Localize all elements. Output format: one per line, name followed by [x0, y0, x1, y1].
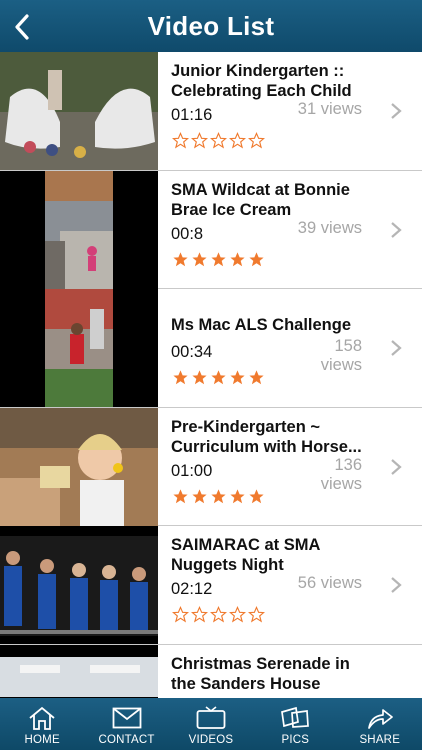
chevron-right-icon: [391, 458, 402, 475]
video-duration: 00:34: [171, 343, 213, 361]
video-duration: 01:16: [171, 106, 213, 124]
tv-icon: [196, 706, 226, 729]
tab-label: HOME: [24, 734, 60, 746]
video-duration: 01:00: [171, 461, 213, 480]
star-filled-icon: [249, 370, 264, 385]
star-outline-icon: [191, 606, 208, 623]
video-title: Junior Kindergarten :: Celebrating Each …: [171, 62, 352, 100]
video-title: Christmas Serenade in the Sanders House: [171, 654, 350, 693]
video-views: 158 views: [320, 337, 362, 374]
tab-label: CONTACT: [98, 734, 155, 746]
video-row-1[interactable]: Junior Kindergarten :: Celebrating Each …: [0, 52, 422, 171]
video-duration: 02:12: [171, 580, 213, 598]
rating-stars: [172, 369, 265, 386]
star-outline-icon: [210, 132, 227, 149]
video-thumbnail: [0, 170, 158, 289]
star-filled-icon: [192, 488, 207, 503]
video-title: SAIMARAC at SMA Nuggets Night: [171, 536, 321, 574]
video-row-2[interactable]: SMA Wildcat at Bonnie Brae Ice Cream 00:…: [0, 170, 422, 289]
tab-contact[interactable]: CONTACT: [85, 698, 169, 750]
star-filled-icon: [173, 488, 188, 503]
back-button[interactable]: [8, 12, 36, 42]
chevron-right-icon: [391, 103, 402, 119]
star-filled-icon: [173, 251, 188, 266]
star-filled-icon: [211, 370, 226, 385]
photos-icon: [281, 706, 310, 728]
star-outline-icon: [172, 606, 189, 623]
video-views: 136 views: [320, 455, 362, 493]
star-filled-icon: [249, 488, 264, 503]
star-outline-icon: [248, 132, 265, 149]
star-filled-icon: [230, 370, 245, 385]
chevron-right-icon: [391, 577, 402, 593]
star-outline-icon: [172, 132, 189, 149]
video-duration: 00:8: [171, 224, 204, 243]
tab-videos[interactable]: VIDEOS: [169, 698, 253, 750]
video-row-4[interactable]: Pre-Kindergarten ~ Curriculum with Horse…: [0, 407, 422, 526]
video-title: Ms Mac ALS Challenge: [171, 316, 352, 334]
video-views: 39 views: [297, 218, 362, 237]
star-filled-icon: [173, 370, 188, 385]
star-outline-icon: [210, 606, 227, 623]
page-title: Video List: [147, 10, 275, 41]
rating-stars: [172, 606, 265, 623]
share-icon: [367, 709, 393, 729]
star-outline-icon: [229, 606, 246, 623]
star-filled-icon: [230, 488, 245, 503]
video-row-5[interactable]: SAIMARAC at SMA Nuggets Night 02:12 56 v…: [0, 526, 422, 645]
chevron-left-icon: [15, 14, 29, 40]
rating-stars: [172, 251, 265, 268]
video-thumbnail: [0, 52, 158, 170]
chevron-right-icon: [391, 221, 402, 238]
star-filled-icon: [249, 251, 264, 266]
envelope-icon: [112, 707, 141, 729]
rating-stars: [172, 488, 265, 505]
video-views: 31 views: [297, 100, 362, 118]
tab-label: VIDEOS: [188, 734, 234, 746]
star-outline-icon: [248, 606, 265, 623]
star-filled-icon: [192, 251, 207, 266]
star-filled-icon: [230, 251, 245, 266]
tab-label: PICS: [281, 734, 310, 746]
rating-stars: [172, 132, 265, 149]
video-title: SMA Wildcat at Bonnie Brae Ice Cream: [171, 180, 350, 219]
home-icon: [29, 706, 55, 730]
star-filled-icon: [211, 251, 226, 266]
video-thumbnail: [0, 644, 158, 698]
video-thumbnail: [0, 526, 158, 644]
star-filled-icon: [192, 370, 207, 385]
star-outline-icon: [191, 132, 208, 149]
tab-pics[interactable]: PICS: [253, 698, 337, 750]
star-outline-icon: [229, 132, 246, 149]
chevron-right-icon: [391, 340, 402, 356]
video-thumbnail: [0, 289, 158, 407]
tab-label: SHARE: [359, 734, 401, 746]
video-title: Pre-Kindergarten ~ Curriculum with Horse…: [171, 417, 362, 456]
video-list[interactable]: Junior Kindergarten :: Celebrating Each …: [0, 52, 422, 698]
video-views: 56 views: [297, 574, 362, 592]
tab-bar: HOME CONTACT VIDEOS PICS SHARE: [0, 698, 422, 750]
video-thumbnail: [0, 407, 158, 526]
tab-home[interactable]: HOME: [0, 698, 84, 750]
tab-share[interactable]: SHARE: [338, 698, 422, 750]
header-bar: Video List: [0, 0, 422, 52]
video-row-6[interactable]: Christmas Serenade in the Sanders House: [0, 644, 422, 698]
star-filled-icon: [211, 488, 226, 503]
video-row-3[interactable]: Ms Mac ALS Challenge 00:34 158 views: [0, 289, 422, 408]
